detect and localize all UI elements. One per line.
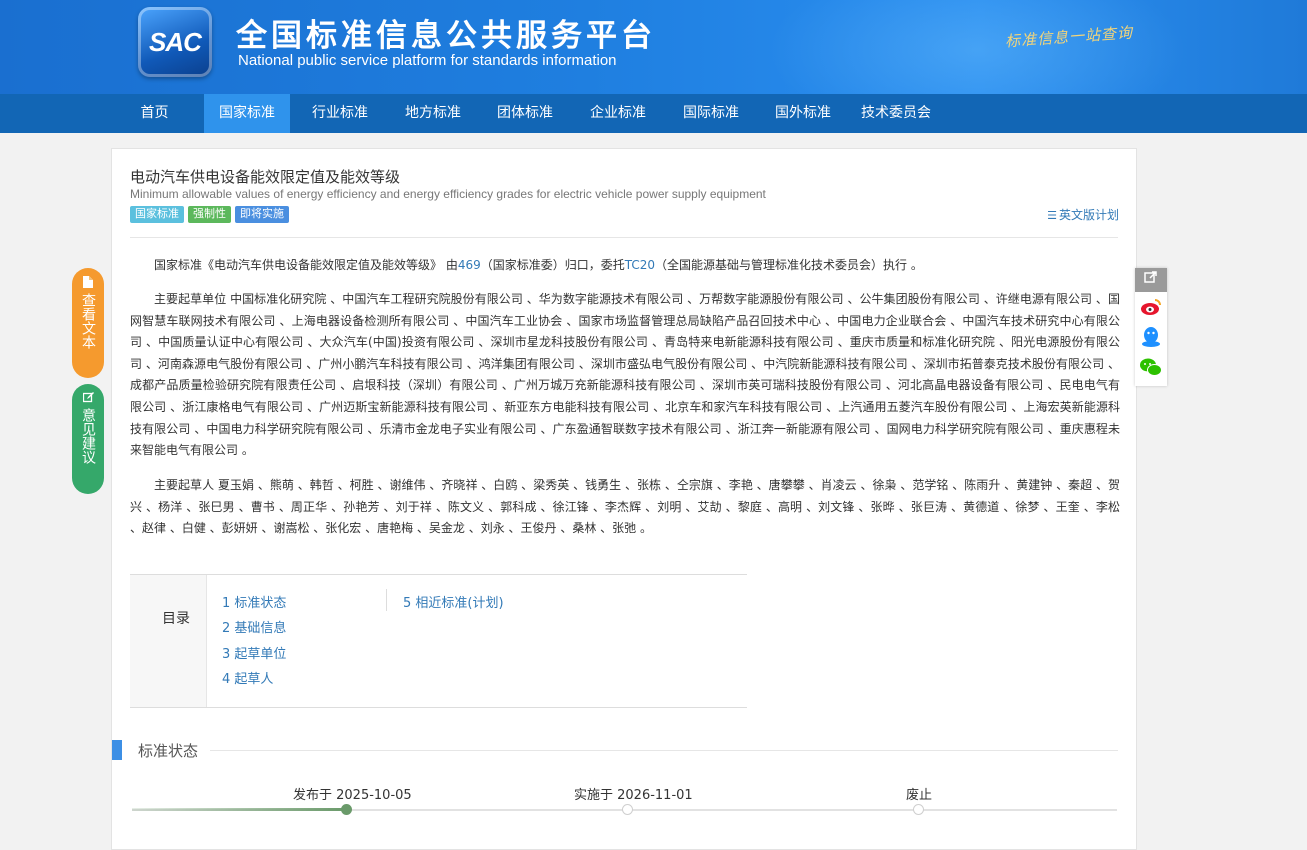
timeline-dot-published xyxy=(341,804,352,815)
feedback-label: 意见建议 xyxy=(80,408,96,464)
weibo-icon[interactable] xyxy=(1139,296,1163,318)
nav-item-national[interactable]: 国家标准 xyxy=(204,94,290,133)
nav-item-home[interactable]: 首页 xyxy=(127,94,182,133)
document-icon xyxy=(72,276,104,291)
timeline-dot-abolished xyxy=(913,804,924,815)
nav-item-enterprise[interactable]: 企业标准 xyxy=(575,94,661,133)
share-panel xyxy=(1135,268,1167,386)
site-header: SAC 全国标准信息公共服务平台 National public service… xyxy=(0,0,1307,94)
nav-item-local[interactable]: 地方标准 xyxy=(390,94,476,133)
section-line xyxy=(210,750,1118,751)
english-plan-link[interactable]: ☰ 英文版计划 xyxy=(1047,206,1119,223)
site-title: 全国标准信息公共服务平台 xyxy=(236,18,656,54)
nav-item-foreign[interactable]: 国外标准 xyxy=(760,94,846,133)
view-text-label: 查看文本 xyxy=(80,293,96,349)
tag-upcoming: 即将实施 xyxy=(235,206,289,223)
english-plan-label: 英文版计划 xyxy=(1058,208,1119,222)
drafting-units-label: 主要起草单位 xyxy=(154,292,227,306)
tag-mandatory: 强制性 xyxy=(188,206,231,223)
nav-item-group[interactable]: 团体标准 xyxy=(482,94,568,133)
effective-label: 实施于 2026-11-01 xyxy=(574,788,693,803)
summary-mid: （国家标准委）归口，委托 xyxy=(480,258,625,272)
drafters-paragraph: 主要起草人 夏玉娟 、熊萌 、韩哲 、柯胜 、谢维伟 、齐晓祥 、白鸥 、梁秀英… xyxy=(130,475,1120,540)
summary-prefix: 国家标准《电动汽车供电设备能效限定值及能效等级》 由 xyxy=(154,258,458,272)
toc-item-drafting-units[interactable]: 3 起草单位 xyxy=(222,643,286,662)
timeline-dot-effective xyxy=(622,804,633,815)
logo-text: SAC xyxy=(149,26,202,57)
timeline-progress xyxy=(132,808,347,811)
standard-detail-card: 电动汽车供电设备能效限定值及能效等级 Minimum allowable val… xyxy=(111,148,1137,850)
edit-icon xyxy=(72,392,104,406)
abolished-label: 废止 xyxy=(906,788,933,803)
drafting-units-paragraph: 主要起草单位 中国标准化研究院 、中国汽车工程研究院股份有限公司 、华为数字能源… xyxy=(130,289,1120,462)
nav-item-industry[interactable]: 行业标准 xyxy=(297,94,383,133)
share-icon[interactable] xyxy=(1135,268,1167,292)
section-marker xyxy=(112,740,122,760)
drafters-label: 主要起草人 xyxy=(154,478,215,492)
standard-title: 电动汽车供电设备能效限定值及能效等级 xyxy=(130,168,401,186)
feedback-button[interactable]: 意见建议 xyxy=(72,384,104,494)
standard-title-en: Minimum allowable values of energy effic… xyxy=(130,187,766,201)
tc-link[interactable]: TC20 xyxy=(625,258,655,272)
site-subtitle: National public service platform for sta… xyxy=(238,52,617,69)
summary-suffix: （全国能源基础与管理标准化技术委员会）执行 。 xyxy=(655,258,923,272)
toc-item-status[interactable]: 1 标准状态 xyxy=(222,592,286,611)
toc-item-similar[interactable]: 5 相近标准(计划) xyxy=(403,592,504,611)
toc-separator xyxy=(386,589,387,611)
toc-label: 目录 xyxy=(162,611,190,627)
list-icon: ☰ xyxy=(1047,209,1057,222)
table-of-contents: 目录 1 标准状态 2 基础信息 3 起草单位 4 起草人 5 相近标准(计划) xyxy=(130,574,747,708)
toc-label-cell: 目录 xyxy=(130,575,207,707)
tag-national: 国家标准 xyxy=(130,206,184,223)
toc-item-basic-info[interactable]: 2 基础信息 xyxy=(222,617,286,636)
org-link[interactable]: 469 xyxy=(458,258,481,272)
wechat-icon[interactable] xyxy=(1139,356,1163,378)
drafting-units-list: 中国标准化研究院 、中国汽车工程研究院股份有限公司 、华为数字能源技术有限公司 … xyxy=(130,292,1120,458)
published-label: 发布于 2025-10-05 xyxy=(293,788,412,803)
qq-icon[interactable] xyxy=(1139,326,1163,348)
summary-paragraph: 国家标准《电动汽车供电设备能效限定值及能效等级》 由469（国家标准委）归口，委… xyxy=(130,255,1120,277)
nav-item-international[interactable]: 国际标准 xyxy=(668,94,754,133)
divider xyxy=(130,237,1118,238)
header-decoration xyxy=(767,0,1187,94)
sac-logo[interactable]: SAC xyxy=(138,7,212,77)
nav-item-committee[interactable]: 技术委员会 xyxy=(852,94,940,133)
drafters-list: 夏玉娟 、熊萌 、韩哲 、柯胜 、谢维伟 、齐晓祥 、白鸥 、梁秀英 、钱勇生 … xyxy=(130,478,1120,536)
status-section-title: 标准状态 xyxy=(138,742,199,760)
view-text-button[interactable]: 查看文本 xyxy=(72,268,104,378)
toc-item-drafters[interactable]: 4 起草人 xyxy=(222,668,273,687)
standard-tags: 国家标准 强制性 即将实施 xyxy=(130,206,289,223)
main-nav: 首页 国家标准 行业标准 地方标准 团体标准 企业标准 国际标准 国外标准 技术… xyxy=(0,94,1307,133)
